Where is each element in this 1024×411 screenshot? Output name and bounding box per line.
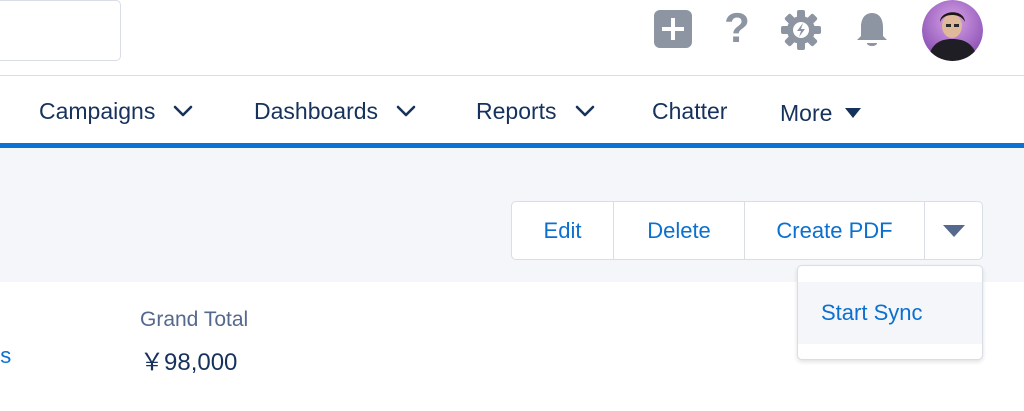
more-actions-button[interactable] <box>925 202 982 259</box>
action-button-group: Edit Delete Create PDF <box>511 201 983 260</box>
edit-button[interactable]: Edit <box>512 202 614 259</box>
avatar[interactable] <box>922 0 983 61</box>
gear-icon[interactable] <box>780 9 822 51</box>
nav-item-label: More <box>780 99 833 126</box>
nav-item-dashboards[interactable]: Dashboards <box>254 96 416 126</box>
nav-item-reports[interactable]: Reports <box>476 96 595 126</box>
actions-dropdown-menu: Start Sync <box>797 265 983 360</box>
start-sync-menu-item[interactable]: Start Sync <box>798 282 982 344</box>
nav-item-label: Chatter <box>652 97 728 124</box>
grand-total-label: Grand Total <box>140 308 249 331</box>
chevron-down-icon[interactable] <box>575 104 595 118</box>
grand-total-value: ￥98,000 <box>140 349 238 376</box>
global-header: ? <box>0 0 1024 76</box>
nav-item-label: Campaigns <box>39 97 156 124</box>
chevron-down-icon[interactable] <box>173 104 193 118</box>
create-pdf-button[interactable]: Create PDF <box>745 202 925 259</box>
search-input[interactable] <box>0 0 121 61</box>
chevron-down-icon[interactable] <box>396 104 416 118</box>
add-icon[interactable] <box>654 10 692 48</box>
caret-down-icon[interactable] <box>844 107 862 119</box>
nav-item-label: Dashboards <box>254 97 379 124</box>
help-icon[interactable]: ? <box>722 6 752 50</box>
caret-down-icon <box>942 224 965 237</box>
page: ? Campaigns Dashboards Reports Chatter M… <box>0 0 1024 411</box>
bell-icon[interactable] <box>851 9 893 51</box>
delete-button[interactable]: Delete <box>614 202 745 259</box>
nav-item-campaigns[interactable]: Campaigns <box>39 96 193 126</box>
related-link[interactable]: ns <box>0 343 11 369</box>
nav-item-chatter[interactable]: Chatter <box>652 96 727 126</box>
nav-item-more[interactable]: More <box>780 98 862 128</box>
nav-item-label: Reports <box>476 97 557 124</box>
